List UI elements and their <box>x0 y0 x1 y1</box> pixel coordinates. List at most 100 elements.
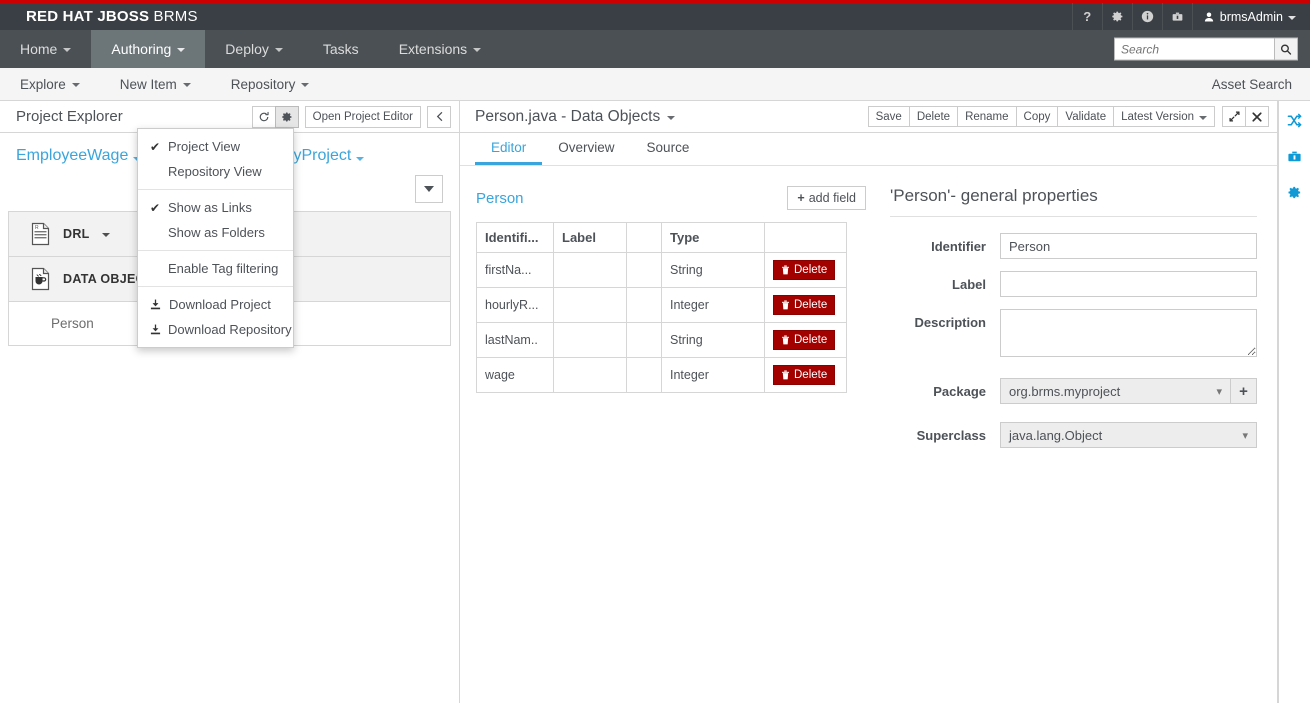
user-menu[interactable]: brmsAdmin <box>1191 3 1310 30</box>
fields-table: Identifi... Label Type firstNa... String… <box>476 222 847 393</box>
asset-search-link[interactable]: Asset Search <box>1212 77 1292 92</box>
delete-field-button[interactable]: Delete <box>773 295 836 315</box>
cell-type: Integer <box>661 287 765 323</box>
menu-item-repository-view[interactable]: Repository View <box>138 159 293 184</box>
version-dropdown-button[interactable]: Latest Version <box>1113 106 1215 127</box>
asset-editor-panel: Person.java - Data Objects Save Delete R… <box>460 101 1278 703</box>
copy-button[interactable]: Copy <box>1015 106 1059 127</box>
table-row[interactable]: wage Integer Delete <box>476 357 847 393</box>
menu-item-show-as-folders[interactable]: Show as Folders <box>138 220 293 245</box>
table-row[interactable]: firstNa... String Delete <box>476 252 847 288</box>
nav-label: Home <box>20 41 58 57</box>
chevron-down-icon <box>424 186 434 192</box>
settings-gear-icon[interactable] <box>1101 3 1132 30</box>
delete-field-button[interactable]: Delete <box>773 330 836 350</box>
menu-item-project-view[interactable]: ✔ Project View <box>138 134 293 159</box>
menu-item-show-as-links[interactable]: ✔ Show as Links <box>138 195 293 220</box>
menu-item-enable-tag-filtering[interactable]: Enable Tag filtering <box>138 256 293 281</box>
column-header-identifier: Identifi... <box>476 222 554 253</box>
menu-item-download-project[interactable]: Download Project <box>138 292 293 317</box>
add-field-button[interactable]: + add field <box>787 186 866 210</box>
delete-button[interactable]: Delete <box>908 106 959 127</box>
chevron-down-icon <box>1199 115 1207 120</box>
description-textarea[interactable] <box>1000 309 1257 357</box>
save-button[interactable]: Save <box>867 106 910 127</box>
data-object-name[interactable]: Person <box>476 190 524 207</box>
subnav-label: Repository <box>230 76 296 92</box>
search-icon <box>1280 43 1292 55</box>
cell-extra <box>626 357 662 393</box>
refresh-button[interactable] <box>251 105 276 128</box>
field-row-description: Description <box>890 309 1257 360</box>
chevron-left-icon <box>436 111 442 122</box>
brand-name-bold: RED HAT JBOSS <box>26 8 150 25</box>
table-row[interactable]: hourlyR... Integer Delete <box>476 287 847 323</box>
nav-item-deploy[interactable]: Deploy <box>205 30 303 68</box>
shuffle-icon[interactable] <box>1285 111 1305 129</box>
java-file-icon <box>31 267 50 291</box>
superclass-value: java.lang.Object <box>1009 427 1103 443</box>
project-explorer-panel: Project Explorer Open Project Editor Emp… <box>0 101 460 703</box>
validate-button[interactable]: Validate <box>1057 106 1115 127</box>
breadcrumb-label: EmployeeWage <box>16 147 129 164</box>
delete-field-button[interactable]: Delete <box>773 260 836 280</box>
rename-button[interactable]: Rename <box>957 106 1017 127</box>
toolbox-icon[interactable] <box>1161 3 1192 30</box>
nav-item-home[interactable]: Home <box>0 30 91 68</box>
nav-item-extensions[interactable]: Extensions <box>379 30 501 68</box>
menu-divider <box>138 250 293 251</box>
menu-item-label: Show as Links <box>168 200 252 215</box>
tab-overview[interactable]: Overview <box>542 133 630 165</box>
tab-editor[interactable]: Editor <box>475 133 543 165</box>
check-icon: ✔ <box>150 200 161 215</box>
explorer-settings-button[interactable] <box>274 105 299 128</box>
menu-item-label: Repository View <box>168 164 262 179</box>
menu-item-download-repository[interactable]: Download Repository <box>138 317 293 342</box>
table-row[interactable]: lastNam.. String Delete <box>476 322 847 358</box>
search-input[interactable] <box>1114 37 1274 61</box>
right-rail <box>1278 101 1310 703</box>
subnav-item-explore[interactable]: Explore <box>0 68 100 100</box>
identifier-label: Identifier <box>931 239 986 254</box>
chevron-down-icon <box>473 48 482 52</box>
masthead-actions: ? brmsAdmin <box>1071 3 1310 30</box>
cell-extra <box>626 322 662 358</box>
toolbox-icon[interactable] <box>1285 147 1305 165</box>
tab-source[interactable]: Source <box>631 133 706 165</box>
column-header-actions <box>764 222 847 253</box>
user-avatar-icon <box>1204 12 1213 21</box>
editor-title[interactable]: Person.java - Data Objects <box>475 108 868 126</box>
search-button[interactable] <box>1274 37 1298 61</box>
menu-divider <box>138 189 293 190</box>
label-input[interactable] <box>1000 271 1257 297</box>
nav-item-tasks[interactable]: Tasks <box>303 30 379 68</box>
column-header-type: Type <box>661 222 765 253</box>
menu-item-label: Enable Tag filtering <box>168 261 279 276</box>
cell-label <box>553 322 627 358</box>
trash-icon <box>782 265 789 275</box>
menu-divider <box>138 286 293 287</box>
superclass-select[interactable]: java.lang.Object ▾ <box>1000 422 1257 448</box>
editor-actions: Save Delete Rename Copy Validate Latest … <box>867 106 1269 127</box>
chevron-down-icon <box>301 83 310 87</box>
breadcrumb-item-repository[interactable]: EmployeeWage <box>16 147 141 165</box>
package-select[interactable]: org.brms.myproject ▾ <box>1000 378 1231 404</box>
info-icon[interactable] <box>1131 3 1162 30</box>
help-icon[interactable]: ? <box>1071 3 1102 30</box>
explorer-expand-button[interactable] <box>415 175 443 203</box>
collapse-panel-button[interactable] <box>427 105 451 128</box>
delete-field-button[interactable]: Delete <box>773 365 836 385</box>
cell-identifier: wage <box>476 357 554 393</box>
open-project-editor-button[interactable]: Open Project Editor <box>304 105 421 128</box>
identifier-input[interactable] <box>1000 233 1257 259</box>
brand-name-light: BRMS <box>153 8 198 25</box>
add-package-button[interactable]: + <box>1231 378 1257 404</box>
subnav-item-repository[interactable]: Repository <box>211 68 330 100</box>
close-editor-button[interactable] <box>1245 106 1269 127</box>
nav-item-authoring[interactable]: Authoring <box>91 30 206 68</box>
subnav-item-new-item[interactable]: New Item <box>100 68 211 100</box>
gear-icon[interactable] <box>1285 183 1305 201</box>
tree-group-label: DRL <box>63 227 90 241</box>
description-label: Description <box>914 315 986 330</box>
maximize-button[interactable] <box>1222 106 1246 127</box>
